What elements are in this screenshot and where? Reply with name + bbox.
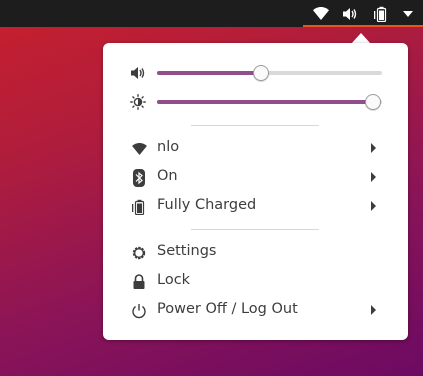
- separator: [191, 125, 319, 126]
- chevron-right-icon: [371, 201, 376, 211]
- power-menu-item[interactable]: Power Off / Log Out: [103, 296, 408, 325]
- volume-slider[interactable]: [157, 65, 382, 81]
- bluetooth-label: On: [157, 168, 178, 184]
- lock-label: Lock: [157, 272, 191, 288]
- volume-icon: [343, 7, 359, 21]
- lock-icon: [130, 273, 148, 291]
- bluetooth-menu-item[interactable]: On: [103, 163, 408, 192]
- network-menu-item[interactable]: nlo: [103, 134, 408, 163]
- brightness-slider-row: [130, 92, 390, 112]
- settings-menu-item[interactable]: Settings: [103, 238, 408, 267]
- chevron-right-icon: [371, 172, 376, 182]
- battery-icon: [373, 6, 389, 22]
- lock-menu-item[interactable]: Lock: [103, 267, 408, 296]
- power-label: Power Off / Log Out: [157, 301, 298, 317]
- battery-label: Fully Charged: [157, 197, 257, 213]
- battery-menu-item[interactable]: Fully Charged: [103, 192, 408, 221]
- network-label: nlo: [157, 139, 180, 155]
- brightness-slider-handle[interactable]: [365, 94, 381, 110]
- settings-label: Settings: [157, 243, 217, 259]
- system-status-area[interactable]: [303, 0, 423, 27]
- wifi-icon: [313, 7, 329, 20]
- active-indicator: [303, 25, 423, 27]
- brightness-slider[interactable]: [157, 94, 382, 110]
- brightness-slider-fill: [157, 100, 373, 104]
- brightness-icon: [130, 94, 146, 110]
- separator: [191, 229, 319, 230]
- battery-icon: [130, 198, 148, 216]
- volume-slider-row: [130, 63, 390, 83]
- volume-slider-fill: [157, 71, 261, 75]
- bluetooth-icon: [130, 169, 148, 187]
- top-bar: [0, 0, 423, 27]
- system-menu: nlo On Fully Charged Settings Lock Power…: [103, 43, 408, 340]
- wifi-icon: [130, 140, 148, 158]
- chevron-right-icon: [371, 143, 376, 153]
- gear-icon: [130, 244, 148, 262]
- chevron-right-icon: [371, 305, 376, 315]
- volume-icon: [130, 65, 146, 81]
- power-icon: [130, 302, 148, 320]
- volume-slider-handle[interactable]: [252, 65, 269, 81]
- menu-caret-icon[interactable]: [403, 10, 413, 17]
